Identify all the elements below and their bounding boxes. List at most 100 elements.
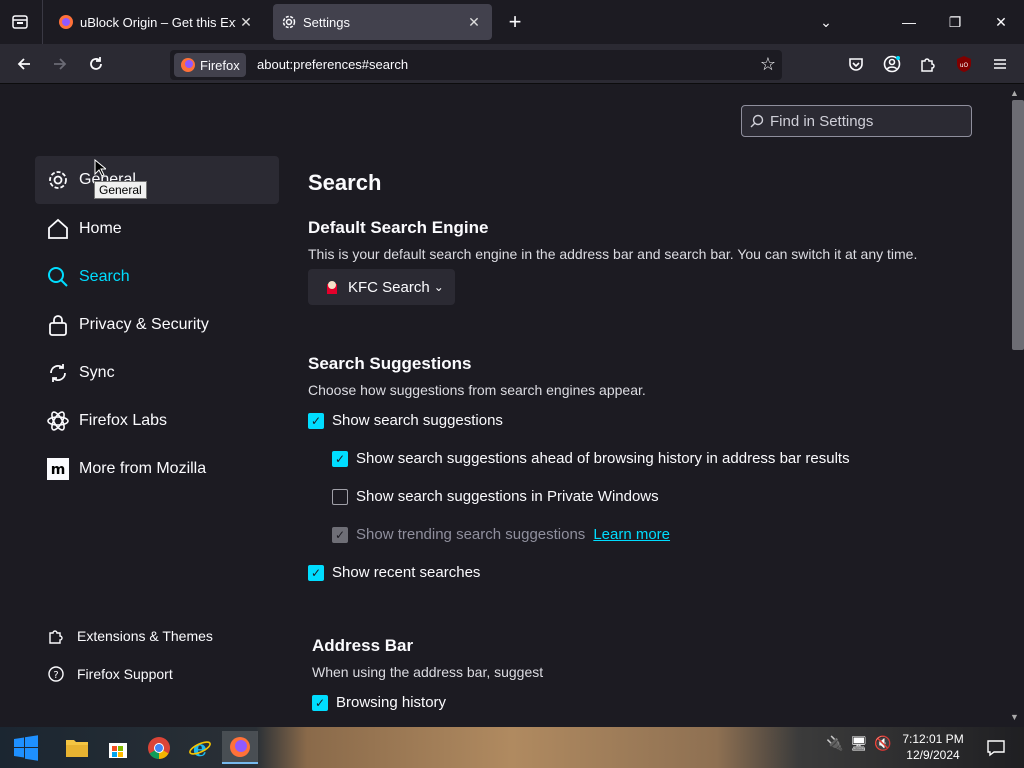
chrome-taskbar-button[interactable] [141,731,177,764]
pocket-button[interactable] [840,48,872,80]
checkbox-label: Show search suggestions in Private Windo… [356,488,659,505]
sidebar-item-privacy[interactable]: Privacy & Security [35,301,279,349]
gear-icon [282,15,296,29]
sidebar-item-firefox-labs[interactable]: Firefox Labs [35,397,279,445]
start-button[interactable] [8,731,44,764]
restore-button[interactable]: ❐ [935,6,975,38]
scroll-up-icon[interactable]: ▲ [1010,88,1019,98]
volume-muted-icon[interactable]: 🔇 [874,735,891,752]
suggestions-ahead-checkbox[interactable]: ✓ Show search suggestions ahead of brows… [332,450,850,467]
account-button[interactable] [876,48,908,80]
firefox-logo-icon [230,736,250,757]
network-icon[interactable]: 🖥 [850,735,868,752]
checkbox-label: Show search suggestions ahead of browsin… [356,450,850,467]
system-clock[interactable]: 7:12:01 PM 12/9/2024 [898,731,968,763]
page-scrollbar[interactable]: ▲ ▼ [1006,84,1024,727]
tab-strip: uBlock Origin – Get this Extensi ✕ Setti… [0,0,1024,44]
firefox-support-link[interactable]: ? Firefox Support [45,662,173,686]
pocket-icon [849,58,863,71]
app-menu-button[interactable] [984,48,1016,80]
ublock-shield-icon: uO [957,56,971,72]
find-in-settings-input[interactable]: Find in Settings [741,105,972,137]
action-center-button[interactable] [978,731,1014,764]
recent-searches-checkbox[interactable]: ✓ Show recent searches [308,564,480,581]
checkbox-label: Show search suggestions [332,412,503,429]
bookmark-star-icon[interactable]: ☆ [760,54,776,75]
lock-icon [45,312,71,338]
internet-explorer-icon: e [189,736,211,760]
sidebar-item-general[interactable]: General [35,156,279,204]
tab-ublock[interactable]: uBlock Origin – Get this Extensi ✕ [50,4,264,40]
search-suggestions-description: Choose how suggestions from search engin… [308,382,646,398]
navigation-toolbar: Firefox about:preferences#search ☆ uO [0,44,1024,84]
store-taskbar-button[interactable] [100,731,136,764]
sidebar-bottom-label: Firefox Support [77,666,173,682]
account-icon [883,55,901,73]
sidebar-item-label: Home [79,220,122,237]
private-windows-checkbox[interactable]: Show search suggestions in Private Windo… [332,488,659,505]
address-bar-description: When using the address bar, suggest [312,664,544,680]
back-button[interactable] [8,48,40,80]
checkbox-unchecked-icon[interactable] [332,488,348,505]
svg-text:uO: uO [960,62,969,69]
checkbox-checked-icon[interactable]: ✓ [312,694,328,711]
sidebar-item-home[interactable]: Home [35,205,279,253]
ublock-button[interactable]: uO [948,48,980,80]
forward-button[interactable] [44,48,76,80]
chevron-down-icon: ⌄ [433,280,444,294]
close-window-button[interactable]: ✕ [981,6,1021,38]
notification-icon [987,739,1005,756]
reload-icon [90,57,102,70]
sidebar-item-more-from-mozilla[interactable]: m More from Mozilla [35,445,279,493]
find-placeholder: Find in Settings [770,112,874,130]
default-engine-dropdown[interactable]: KFC Search ⌄ [308,269,455,305]
tooltip: General [94,181,147,199]
search-icon [45,264,71,290]
browsing-history-checkbox[interactable]: ✓ Browsing history [312,694,446,711]
sidebar-bottom-label: Extensions & Themes [77,628,213,644]
trending-suggestions-checkbox: ✓ Show trending search suggestions Learn… [332,526,670,543]
tab-separator [42,0,43,44]
sidebar-item-sync[interactable]: Sync [35,349,279,397]
firefox-taskbar-button[interactable] [222,731,258,764]
tab-close-button[interactable]: ✕ [236,12,256,32]
address-bar-heading: Address Bar [312,636,414,655]
scroll-down-icon[interactable]: ▼ [1010,712,1019,722]
reload-button[interactable] [80,48,112,80]
extensions-themes-link[interactable]: Extensions & Themes [45,624,213,648]
forward-arrow-icon [54,58,67,70]
default-engine-description: This is your default search engine in th… [308,246,918,262]
search-suggestions-heading: Search Suggestions [308,354,472,373]
new-tab-button[interactable]: + [500,6,530,38]
url-bar[interactable]: Firefox about:preferences#search ☆ [170,50,782,80]
identity-box[interactable]: Firefox [174,53,246,77]
sidebar-item-label: Sync [79,364,115,381]
scrollbar-thumb[interactable] [1012,100,1024,350]
tab-title: Settings [303,14,350,30]
store-bag-icon [109,742,127,758]
checkbox-checked-icon[interactable]: ✓ [308,412,324,429]
file-explorer-taskbar-button[interactable] [59,731,95,764]
usb-icon[interactable]: 🔌 [826,735,843,752]
sidebar-item-search[interactable]: Search [35,253,279,301]
svg-text:m: m [51,462,66,478]
hamburger-menu-icon [994,59,1006,69]
learn-more-link[interactable]: Learn more [593,526,670,543]
tab-close-button[interactable]: ✕ [464,12,484,32]
url-text[interactable]: about:preferences#search [257,57,408,72]
list-all-tabs-button[interactable]: ⌄ [806,6,846,38]
checkbox-checked-icon[interactable]: ✓ [308,564,324,581]
ie-taskbar-button[interactable]: e [182,731,218,764]
default-engine-label: KFC Search [348,278,430,296]
firefox-view-button[interactable] [4,6,36,38]
home-icon [45,216,71,242]
extensions-button[interactable] [912,48,944,80]
tab-settings[interactable]: Settings ✕ [273,4,492,40]
show-suggestions-checkbox[interactable]: ✓ Show search suggestions [308,412,503,429]
gear-icon [45,167,71,193]
default-engine-heading: Default Search Engine [308,218,489,237]
svg-text:?: ? [53,670,58,681]
minimize-button[interactable]: — [889,6,929,38]
mozilla-icon: m [45,456,71,482]
checkbox-checked-icon[interactable]: ✓ [332,450,348,467]
